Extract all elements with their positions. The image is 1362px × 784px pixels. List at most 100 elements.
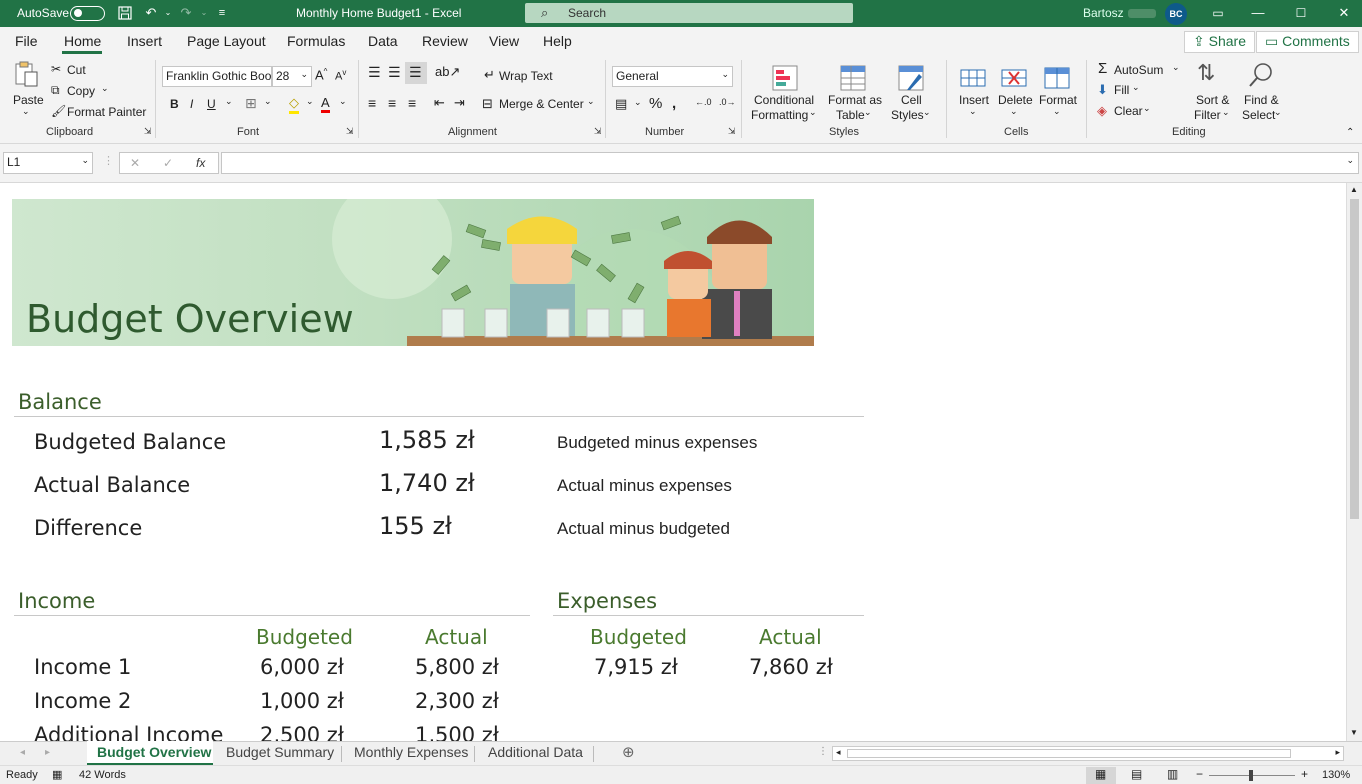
scroll-left-icon[interactable]: ◂ <box>836 747 841 758</box>
macro-recording-icon[interactable]: ▦ <box>52 768 62 781</box>
autosum-button[interactable]: AutoSum <box>1114 63 1163 77</box>
customize-qat-icon[interactable]: ≡ <box>214 5 230 21</box>
undo-dropdown-icon[interactable]: ⌄ <box>160 5 176 21</box>
formula-input[interactable]: ⌄ <box>221 152 1359 174</box>
clear-button[interactable]: Clear <box>1114 104 1143 118</box>
normal-view-button[interactable]: ▦ <box>1086 767 1116 784</box>
collapse-ribbon-icon[interactable]: ⌃ <box>1346 127 1354 138</box>
undo-icon[interactable]: ↶ <box>143 5 159 21</box>
increase-decimal-icon[interactable]: ←.0 <box>695 97 712 107</box>
percent-style-icon[interactable]: % <box>649 95 662 112</box>
wrap-text-button[interactable]: Wrap Text <box>499 69 553 83</box>
font-size-box[interactable]: 28 ⌄ <box>272 66 312 87</box>
worksheet-area[interactable]: Budget Overview Balance Budgeted Balance… <box>0 183 1346 741</box>
font-launcher-icon[interactable]: ⇲ <box>346 126 354 137</box>
close-icon[interactable]: ✕ <box>1336 5 1352 21</box>
increase-font-icon[interactable]: A^ <box>315 67 327 82</box>
borders-dropdown-icon[interactable]: ⌄ <box>264 96 272 107</box>
tab-help[interactable]: Help <box>543 33 572 49</box>
align-center-icon[interactable]: ≡ <box>388 95 396 111</box>
save-icon[interactable] <box>117 5 133 21</box>
zoom-level[interactable]: 130% <box>1322 769 1350 781</box>
align-bottom-icon[interactable]: ☰ <box>405 62 427 84</box>
align-top-icon[interactable]: ☰ <box>368 64 381 81</box>
decrease-indent-icon[interactable]: ⇤ <box>434 95 445 111</box>
font-color-dropdown-icon[interactable]: ⌄ <box>339 96 347 107</box>
tab-home[interactable]: Home <box>64 33 101 49</box>
merge-center-button[interactable]: Merge & Center <box>499 97 584 111</box>
fill-dropdown-icon[interactable]: ⌄ <box>1132 82 1140 93</box>
minimize-icon[interactable]: — <box>1250 5 1266 21</box>
sheet-tab-budget-overview[interactable]: Budget Overview <box>87 741 213 765</box>
tab-file[interactable]: File <box>15 33 38 49</box>
align-middle-icon[interactable]: ☰ <box>388 64 401 81</box>
font-color-icon[interactable]: A <box>321 95 330 113</box>
underline-dropdown-icon[interactable]: ⌄ <box>225 96 233 107</box>
autosave-toggle[interactable] <box>70 6 105 21</box>
avatar[interactable]: BC <box>1165 3 1187 25</box>
number-format-box[interactable]: General ⌄ <box>612 66 733 87</box>
cancel-entry-icon[interactable]: ✕ <box>130 156 140 170</box>
expand-formula-bar-icon[interactable]: ⌄ <box>1346 155 1354 166</box>
tab-page-layout[interactable]: Page Layout <box>187 33 266 49</box>
redo-icon[interactable]: ↷ <box>178 5 194 21</box>
scroll-down-icon[interactable]: ▼ <box>1350 728 1358 737</box>
page-layout-view-icon[interactable]: ▤ <box>1131 767 1142 781</box>
cut-button[interactable]: Cut <box>67 63 86 77</box>
scroll-right-icon[interactable]: ▸ <box>1335 747 1340 758</box>
underline-button[interactable]: U <box>207 97 216 111</box>
search-box[interactable]: ⌕ Search <box>525 3 853 23</box>
sheet-tab-budget-summary[interactable]: Budget Summary <box>226 744 334 760</box>
scroll-up-icon[interactable]: ▲ <box>1350 185 1358 194</box>
clear-dropdown-icon[interactable]: ⌄ <box>1143 103 1151 114</box>
fill-color-dropdown-icon[interactable]: ⌄ <box>306 96 314 107</box>
tab-review[interactable]: Review <box>422 33 468 49</box>
ribbon-display-options-icon[interactable]: ▭ <box>1210 5 1226 21</box>
fill-button[interactable]: Fill <box>1114 83 1129 97</box>
confirm-entry-icon[interactable]: ✓ <box>163 156 173 170</box>
font-name-box[interactable]: Franklin Gothic Book <box>162 66 272 87</box>
redo-dropdown-icon[interactable]: ⌄ <box>196 5 212 21</box>
orientation-icon[interactable]: ab↗ <box>435 64 460 80</box>
copy-dropdown-icon[interactable]: ⌄ <box>101 83 109 94</box>
insert-function-icon[interactable]: fx <box>196 156 205 170</box>
autosum-dropdown-icon[interactable]: ⌄ <box>1172 62 1180 73</box>
vertical-scrollbar[interactable]: ▲ ▼ <box>1346 183 1362 741</box>
alignment-launcher-icon[interactable]: ⇲ <box>594 126 602 137</box>
horizontal-scrollbar[interactable]: ◂ ▸ <box>832 746 1344 761</box>
borders-icon[interactable]: ⊞ <box>245 95 257 112</box>
align-left-icon[interactable]: ≡ <box>368 95 376 111</box>
name-box[interactable]: L1 ⌄ <box>3 152 93 174</box>
page-break-preview-icon[interactable]: ▥ <box>1167 767 1178 781</box>
decrease-font-icon[interactable]: Av <box>335 68 346 83</box>
horizontal-scrollbar-thumb[interactable] <box>847 749 1291 758</box>
tab-data[interactable]: Data <box>368 33 398 49</box>
zoom-in-icon[interactable]: + <box>1301 767 1308 781</box>
italic-button[interactable]: I <box>190 97 193 111</box>
align-right-icon[interactable]: ≡ <box>408 95 416 111</box>
scrollbar-thumb[interactable] <box>1350 199 1359 519</box>
copy-button[interactable]: Copy <box>67 84 95 98</box>
merge-dropdown-icon[interactable]: ⌄ <box>587 96 595 107</box>
tab-view[interactable]: View <box>489 33 519 49</box>
fill-color-icon[interactable]: ◇ <box>289 95 299 114</box>
number-launcher-icon[interactable]: ⇲ <box>728 126 736 137</box>
next-sheet-icon[interactable]: ▸ <box>45 747 50 758</box>
clipboard-launcher-icon[interactable]: ⇲ <box>144 126 152 137</box>
sheet-tab-monthly-expenses[interactable]: Monthly Expenses <box>354 744 468 760</box>
tab-insert[interactable]: Insert <box>127 33 162 49</box>
prev-sheet-icon[interactable]: ◂ <box>20 747 25 758</box>
tab-formulas[interactable]: Formulas <box>287 33 345 49</box>
decrease-decimal-icon[interactable]: .0→ <box>719 97 736 107</box>
comma-style-icon[interactable]: , <box>672 95 676 112</box>
share-button[interactable]: ⇪ Share <box>1184 31 1255 53</box>
maximize-icon[interactable]: ☐ <box>1293 5 1309 21</box>
bold-button[interactable]: B <box>170 97 179 111</box>
comments-button[interactable]: ▭ Comments <box>1256 31 1359 53</box>
sheet-tab-additional-data[interactable]: Additional Data <box>488 744 583 760</box>
accounting-format-icon[interactable]: ▤ <box>615 96 627 112</box>
zoom-slider-thumb[interactable] <box>1249 770 1253 781</box>
tab-splitter-icon[interactable]: ⋮ <box>818 746 828 757</box>
accounting-dropdown-icon[interactable]: ⌄ <box>634 97 642 108</box>
format-painter-button[interactable]: Format Painter <box>67 105 146 119</box>
